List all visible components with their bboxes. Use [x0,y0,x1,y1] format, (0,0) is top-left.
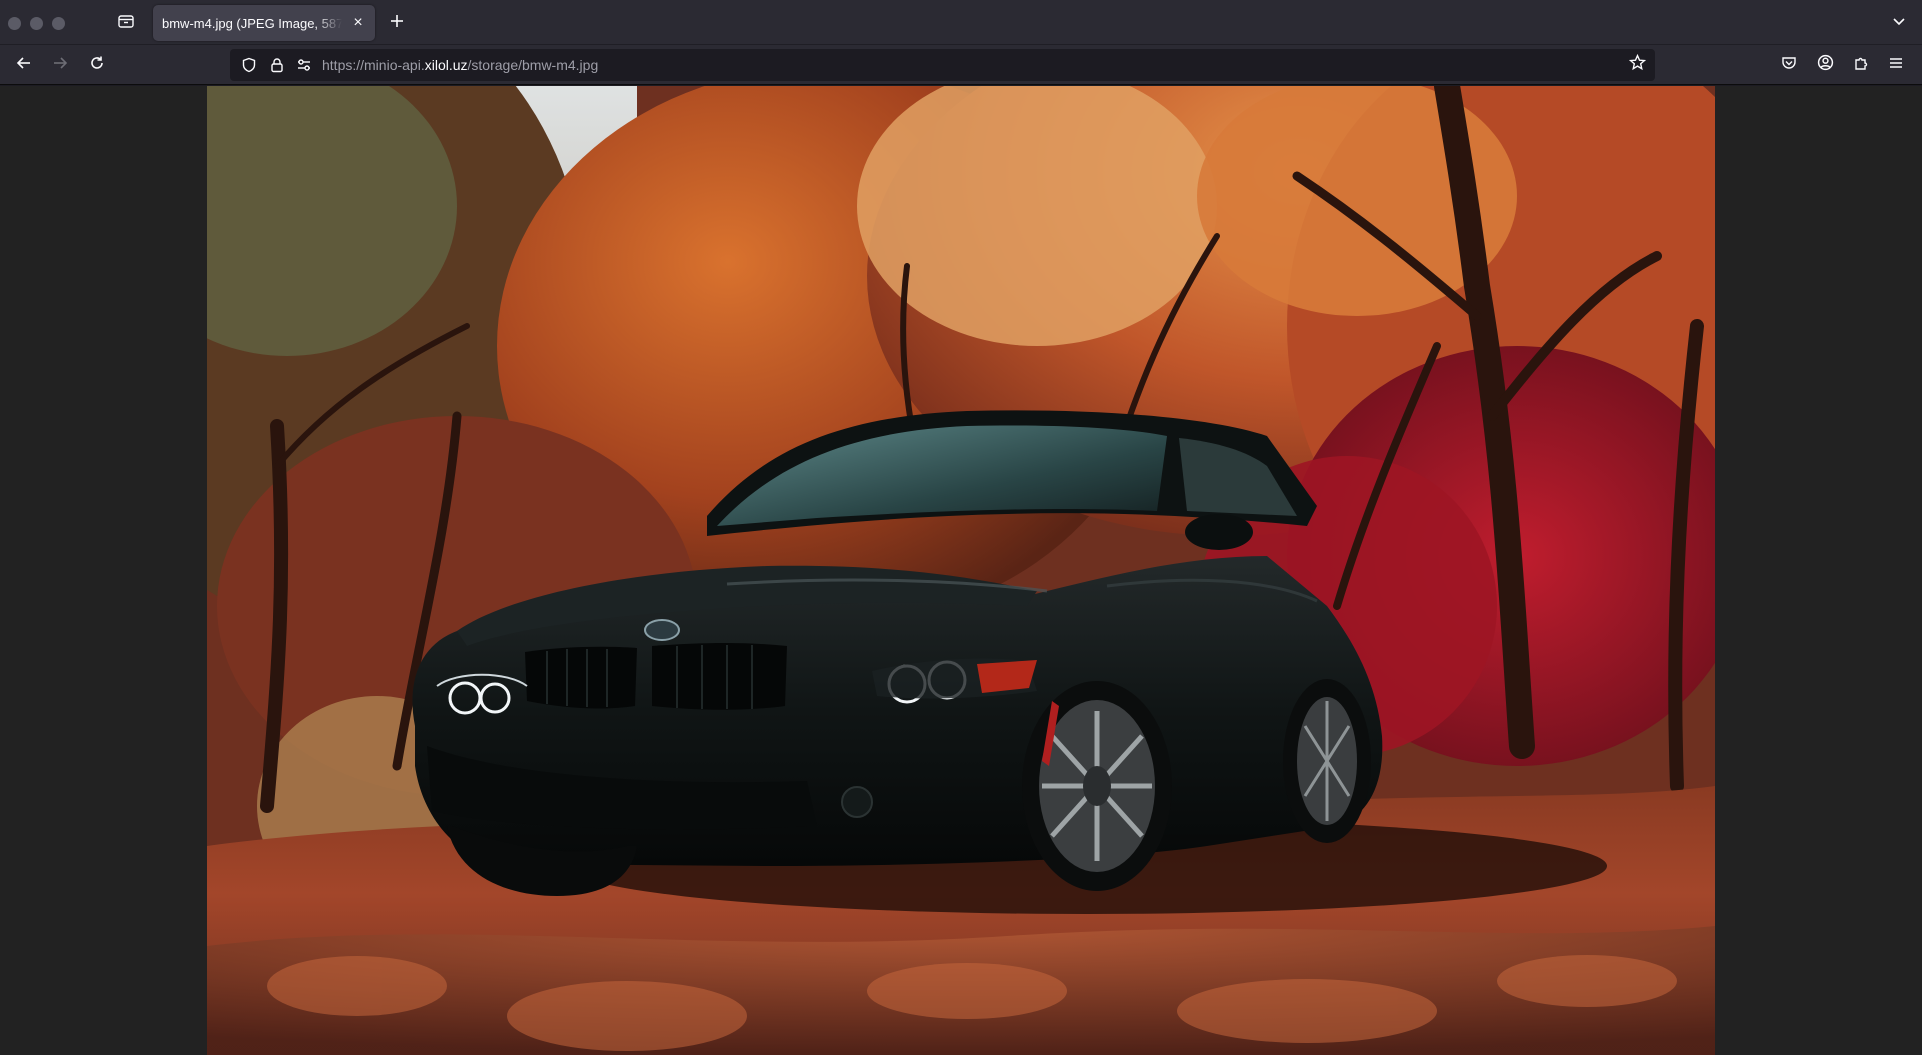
bmw-photo[interactable] [207,86,1715,1055]
address-bar[interactable]: https://minio-api.xilol.uz/storage/bmw-m… [230,49,1655,81]
account-button[interactable] [1810,50,1840,80]
navigation-toolbar: https://minio-api.xilol.uz/storage/bmw-m… [0,45,1922,85]
window-close-dot[interactable] [8,17,21,30]
pocket-button[interactable] [1774,50,1804,80]
shield-icon[interactable] [240,56,258,74]
window-maximize-dot[interactable] [52,17,65,30]
bookmark-button[interactable] [1625,53,1649,77]
hamburger-menu-icon [1888,55,1904,76]
tab-list-button[interactable] [110,8,142,38]
arrow-left-icon [16,55,32,76]
pocket-icon [1781,55,1797,76]
plus-icon [389,13,405,34]
lock-icon[interactable] [268,56,286,74]
list-all-tabs-button[interactable] [1884,8,1914,38]
url-prefix: https://minio-api. [322,57,425,73]
sliders-icon[interactable] [295,56,313,74]
chevron-down-icon [1892,14,1906,32]
tab-title: bmw-m4.jpg (JPEG Image, 5872 × 3915 pixe… [162,15,342,31]
new-tab-button[interactable] [382,8,412,38]
arrow-right-icon [52,55,68,76]
reload-icon [89,55,105,76]
forward-button[interactable] [45,50,75,80]
back-button[interactable] [9,50,39,80]
car-autumn-image [207,86,1715,1055]
tab-active[interactable]: bmw-m4.jpg (JPEG Image, 5872 × 3915 pixe… [153,5,375,41]
app-menu-button[interactable] [1881,50,1911,80]
window-minimize-dot[interactable] [30,17,43,30]
tab-list-icon [117,13,135,34]
image-viewer [0,86,1922,1055]
url-text[interactable]: https://minio-api.xilol.uz/storage/bmw-m… [322,57,598,73]
star-icon [1628,53,1646,76]
puzzle-icon [1853,55,1869,76]
tab-strip: bmw-m4.jpg (JPEG Image, 5872 × 3915 pixe… [0,0,1922,45]
url-path: /storage/bmw-m4.jpg [467,57,599,73]
tab-close-button[interactable]: × [347,12,369,34]
account-icon [1817,54,1834,76]
extensions-button[interactable] [1846,50,1876,80]
url-host: xilol.uz [424,57,468,73]
reload-button[interactable] [82,50,112,80]
close-icon: × [353,14,363,31]
